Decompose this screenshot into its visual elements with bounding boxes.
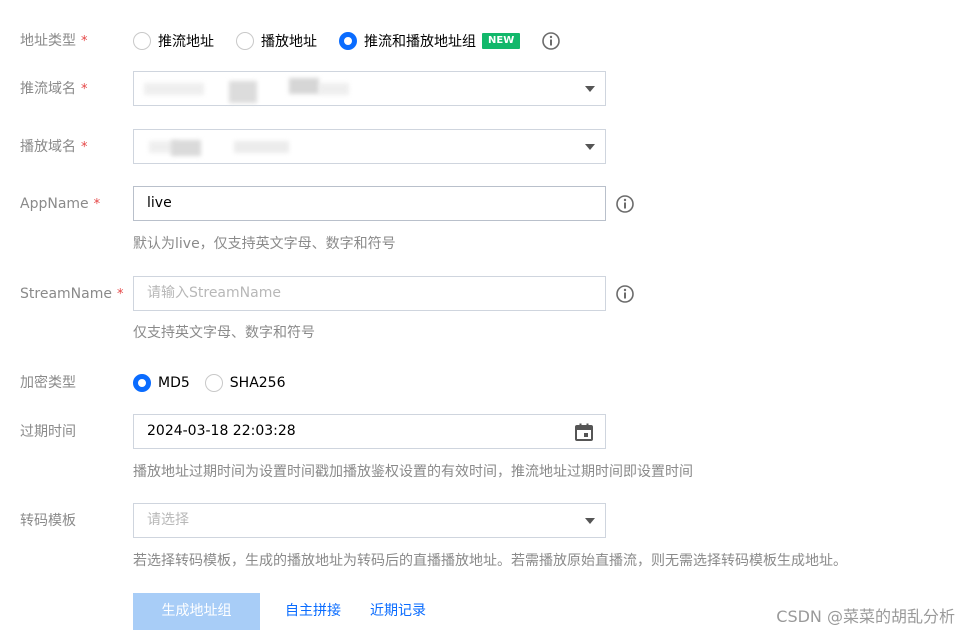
info-icon[interactable] xyxy=(541,31,561,51)
transcode-placeholder: 请选择 xyxy=(147,512,189,528)
app-name-label: AppName * xyxy=(20,196,101,212)
required-mark: * xyxy=(93,197,101,212)
required-mark: * xyxy=(81,140,88,155)
chevron-down-icon xyxy=(585,518,595,524)
info-icon[interactable] xyxy=(615,194,635,214)
recent-records-link[interactable]: 近期记录 xyxy=(370,601,426,621)
redacted-text xyxy=(234,141,289,153)
info-icon[interactable] xyxy=(615,284,635,304)
calendar-icon[interactable] xyxy=(574,422,594,442)
radio-circle[interactable] xyxy=(204,374,223,392)
transcode-template-select[interactable]: 请选择 xyxy=(133,503,606,538)
stream-name-hint: 仅支持英文字母、数字和符号 xyxy=(133,325,315,341)
transcode-template-label: 转码模板 xyxy=(20,513,76,529)
new-badge: NEW xyxy=(482,33,521,49)
stream-name-label: StreamName * xyxy=(20,286,124,302)
play-domain-select[interactable] xyxy=(133,129,606,164)
redacted-text xyxy=(229,81,257,103)
watermark: CSDN @菜菜的胡乱分析 xyxy=(776,607,955,626)
radio-play-address[interactable]: 播放地址 xyxy=(236,31,317,51)
redacted-text xyxy=(171,140,201,156)
radio-sha256[interactable]: SHA256 xyxy=(204,374,286,392)
redacted-text xyxy=(289,78,319,94)
radio-circle[interactable] xyxy=(236,32,254,50)
radio-push-and-play-group[interactable]: 推流和播放地址组 NEW xyxy=(339,31,521,51)
radio-circle-selected[interactable] xyxy=(339,32,357,50)
custom-splice-link[interactable]: 自主拼接 xyxy=(285,601,341,621)
play-domain-label: 播放域名 * xyxy=(20,139,88,155)
push-domain-select[interactable] xyxy=(133,71,606,106)
app-name-hint: 默认为live，仅支持英文字母、数字和符号 xyxy=(133,236,396,252)
redacted-text xyxy=(319,83,349,95)
required-mark: * xyxy=(81,34,88,49)
encryption-type-label: 加密类型 xyxy=(20,375,76,391)
transcode-hint: 若选择转码模板，生成的播放地址为转码后的直播播放地址。若需播放原始直播流，则无需… xyxy=(133,553,847,569)
radio-push-address[interactable]: 推流地址 xyxy=(133,31,214,51)
expiry-hint: 播放地址过期时间为设置时间戳加播放鉴权设置的有效时间，推流地址过期时间即设置时间 xyxy=(133,464,693,480)
expiry-datetime-input[interactable]: 2024-03-18 22:03:28 xyxy=(133,414,606,449)
chevron-down-icon xyxy=(585,86,595,92)
generate-address-group-button[interactable]: 生成地址组 xyxy=(133,593,260,630)
stream-name-input[interactable]: 请输入StreamName xyxy=(133,276,606,311)
radio-md5[interactable]: MD5 xyxy=(133,374,190,392)
chevron-down-icon xyxy=(585,144,595,150)
address-type-label: 地址类型 * xyxy=(20,33,88,49)
required-mark: * xyxy=(116,287,124,302)
expiry-time-label: 过期时间 xyxy=(20,424,76,440)
required-mark: * xyxy=(81,82,88,97)
redacted-text xyxy=(144,83,204,95)
encryption-radio-group: MD5 SHA256 xyxy=(133,372,308,394)
push-domain-label: 推流域名 * xyxy=(20,81,88,97)
expiry-datetime-value: 2024-03-18 22:03:28 xyxy=(147,423,296,439)
app-name-input[interactable]: live xyxy=(133,186,606,221)
radio-circle[interactable] xyxy=(133,32,151,50)
stream-name-placeholder: 请输入StreamName xyxy=(147,285,281,301)
radio-circle-selected[interactable] xyxy=(133,374,151,392)
address-type-radio-group: 推流地址 播放地址 推流和播放地址组 NEW xyxy=(133,30,521,52)
